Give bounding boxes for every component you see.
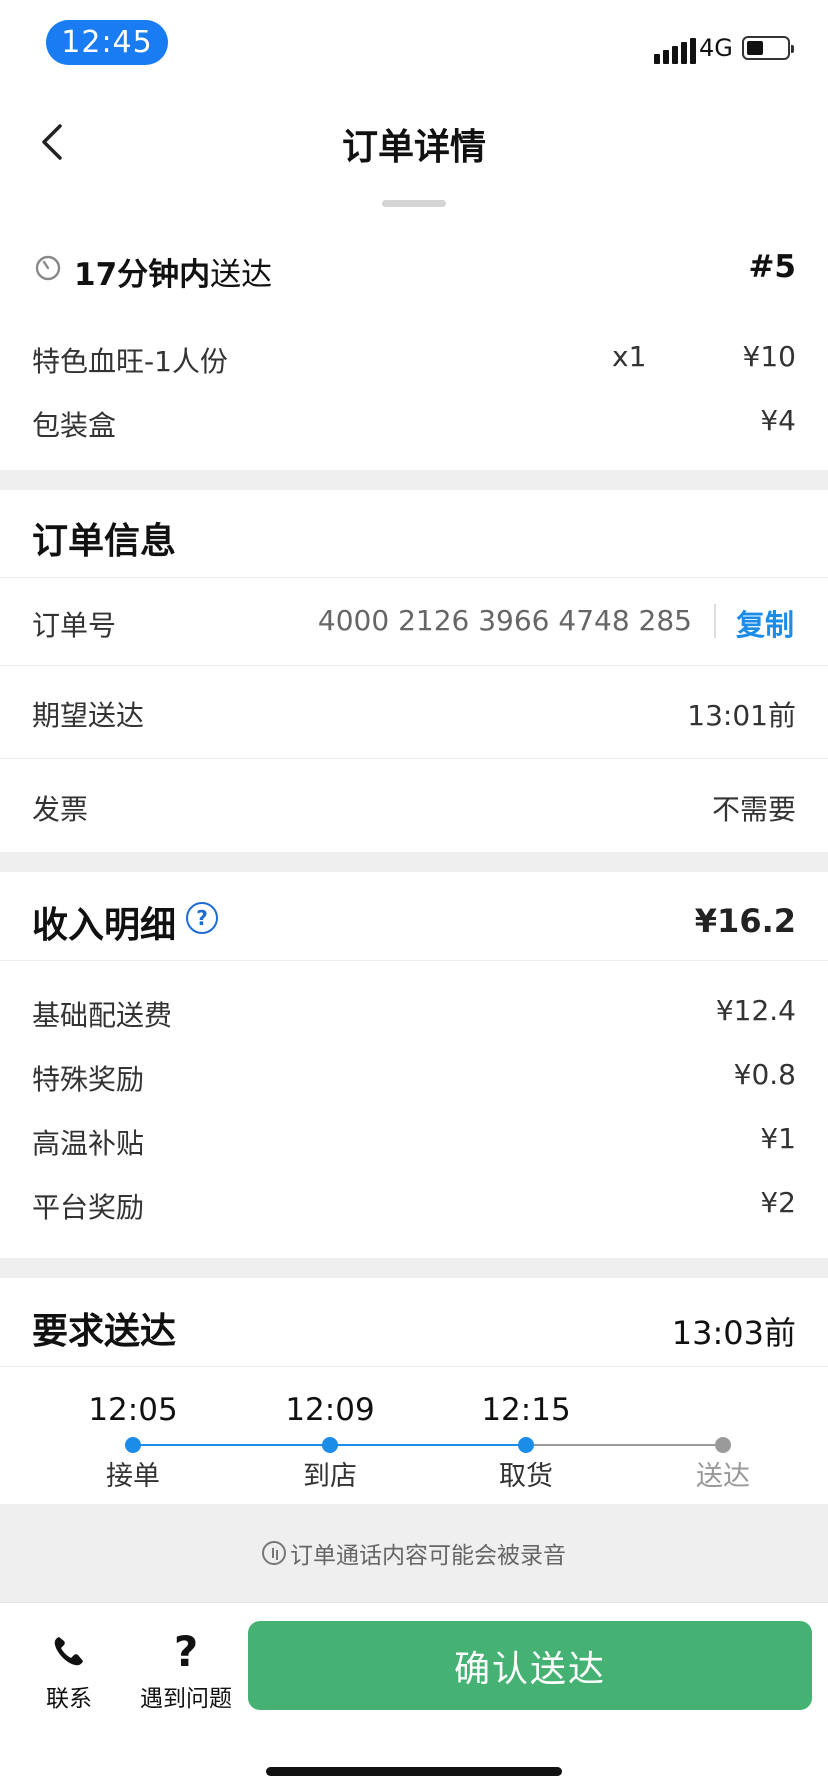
status-time: 12:45 <box>46 20 168 65</box>
income-label: 基础配送费 <box>32 999 173 1032</box>
expected-label: 期望送达 <box>32 699 145 732</box>
sheet-grabber[interactable] <box>382 200 446 207</box>
divider <box>0 960 828 961</box>
home-indicator[interactable] <box>266 1767 562 1776</box>
section-gap <box>0 470 828 490</box>
income-value: ¥0.8 <box>733 1058 796 1091</box>
income-label: 平台奖励 <box>32 1191 145 1224</box>
step-label: 送达 <box>696 1461 750 1492</box>
step-label: 取货 <box>499 1461 553 1492</box>
divider <box>0 577 828 578</box>
section-gap <box>0 1258 828 1278</box>
nav-bar: 订单详情 <box>0 88 828 192</box>
step-dot <box>125 1437 141 1453</box>
invoice-value: 不需要 <box>711 793 796 826</box>
delivery-deadline: 13:03前 <box>671 1314 796 1352</box>
status-bar: 12:45 4G <box>0 0 828 80</box>
delivery-title: 要求送达 <box>32 1311 177 1352</box>
eta-text: 17分钟内送达 <box>74 257 273 293</box>
invoice-label: 发票 <box>32 793 89 826</box>
step-dot <box>518 1437 534 1453</box>
income-value: ¥2 <box>760 1186 796 1219</box>
page-title: 订单详情 <box>341 127 486 168</box>
step-label: 到店 <box>303 1461 357 1492</box>
contact-label: 联系 <box>46 1686 92 1712</box>
income-label: 特殊奖励 <box>32 1063 145 1096</box>
step-time: 12:05 <box>88 1392 178 1428</box>
order-info-title: 订单信息 <box>32 521 177 562</box>
timeline-segment <box>526 1444 723 1446</box>
question-icon: ? <box>173 1626 199 1676</box>
copy-separator <box>714 604 716 638</box>
expected-value: 13:01前 <box>687 699 796 732</box>
section-gap <box>0 852 828 872</box>
voice-record-icon <box>262 1541 286 1565</box>
item-price: ¥4 <box>760 404 796 437</box>
divider <box>0 665 828 666</box>
timer-icon <box>35 255 61 281</box>
confirm-delivery-button[interactable]: 确认送达 <box>248 1621 812 1710</box>
step-time: 12:09 <box>285 1392 375 1428</box>
step-time: 12:15 <box>481 1392 571 1428</box>
battery-icon <box>742 36 794 60</box>
step-dot <box>322 1437 338 1453</box>
delivery-timeline: 12:05 接单 12:09 到店 12:15 取货 送达 <box>0 1366 828 1504</box>
recording-notice: 订单通话内容可能会被录音 <box>0 1504 828 1602</box>
income-title: 收入明细 <box>32 905 177 946</box>
notice-text: 订单通话内容可能会被录音 <box>290 1543 566 1569</box>
timeline-segment <box>133 1444 330 1446</box>
problem-label: 遇到问题 <box>140 1686 232 1712</box>
divider <box>0 758 828 759</box>
phone-icon <box>54 1637 83 1666</box>
item-name: 特色血旺-1人份 <box>32 345 228 378</box>
order-no-value: 4000 2126 3966 4748 285 <box>317 604 692 637</box>
income-value: ¥12.4 <box>715 994 796 1027</box>
help-icon[interactable]: ? <box>186 902 218 934</box>
problem-button[interactable]: ? 遇到问题 <box>130 1626 242 1713</box>
item-qty: x1 <box>612 340 647 373</box>
income-label: 高温补贴 <box>32 1127 145 1160</box>
step-label: 接单 <box>106 1461 160 1492</box>
network-type: 4G <box>699 34 733 62</box>
order-no-label: 订单号 <box>32 609 117 642</box>
bottom-bar: 联系 ? 遇到问题 确认送达 <box>0 1602 828 1792</box>
signal-icon <box>654 36 696 64</box>
income-value: ¥1 <box>760 1122 796 1155</box>
item-price: ¥10 <box>742 340 796 373</box>
eta-row: 17分钟内送达 #5 <box>0 245 828 301</box>
income-total: ¥16.2 <box>694 902 796 940</box>
timeline-segment <box>330 1444 526 1446</box>
item-name: 包装盒 <box>32 409 117 442</box>
step-dot <box>715 1437 731 1453</box>
order-sequence-number: #5 <box>748 249 796 285</box>
copy-button[interactable]: 复制 <box>736 602 794 644</box>
contact-button[interactable]: 联系 <box>14 1629 124 1713</box>
